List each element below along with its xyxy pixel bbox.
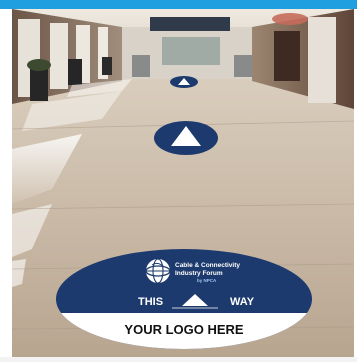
globe-icon [145,258,171,284]
bottom-margin [0,357,357,362]
logo-placeholder-text: YOUR LOGO HERE [124,322,244,337]
brand-line-2: Industry Forum [175,270,223,277]
this-label: THIS [138,296,163,308]
top-accent-bar [0,0,357,9]
left-margin [0,9,12,357]
lobby-photo: Cable & Connectivity Industry Forum by N… [12,9,354,357]
way-label: WAY [230,296,255,308]
brand-by: by NPCA [197,278,217,283]
brand-line-1: Cable & Connectivity [175,262,240,269]
screenshot-frame: Cable & Connectivity Industry Forum by N… [0,0,357,362]
this-way-decal: Cable & Connectivity Industry Forum by N… [56,249,312,349]
